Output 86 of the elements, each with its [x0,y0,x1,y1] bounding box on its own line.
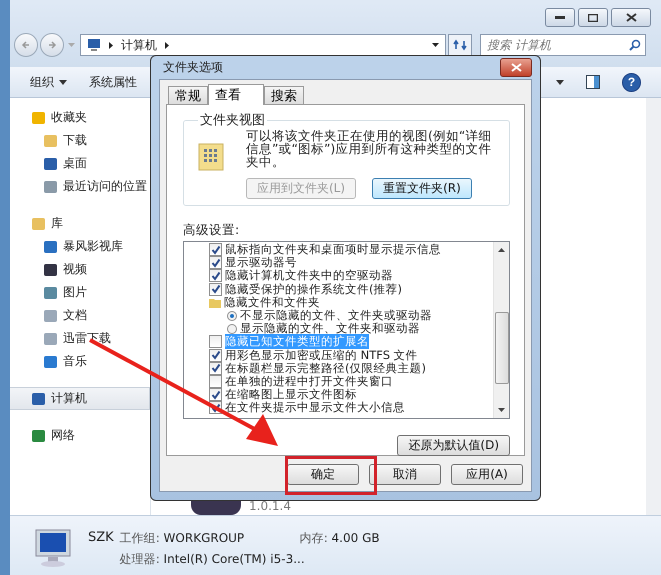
help-button[interactable]: ? [622,72,641,92]
chevron-icon[interactable] [109,42,113,48]
sidebar-item[interactable]: 音乐 [10,350,150,373]
tab[interactable]: 查看 [208,84,264,105]
detail-text: 工作组: WORKGROUP [120,530,246,547]
minimize-button[interactable] [545,8,575,27]
sidebar-item[interactable]: 计算机 [10,387,150,410]
restore-defaults-button[interactable]: 还原为默认值(D) [397,435,510,456]
caret-icon[interactable] [432,43,439,47]
forward-button[interactable] [40,33,64,57]
checkbox[interactable] [209,269,222,282]
setting-label[interactable]: 在文件夹提示中显示文件大小信息 [225,400,405,416]
maximize-button[interactable] [578,8,608,27]
sidebar-item[interactable]: 收藏夹 [10,106,150,129]
setting-label[interactable]: 隐藏计算机文件夹中的空驱动器 [225,268,393,284]
pane-icon[interactable] [586,75,600,89]
checkbox[interactable] [209,256,222,270]
checkbox[interactable] [209,335,222,348]
sidebar-item[interactable]: 视频 [10,258,150,281]
tab[interactable]: 常规 [168,86,208,104]
checkbox[interactable] [209,388,222,402]
sidebar-item[interactable]: 网络 [10,424,150,447]
sidebar-item[interactable]: 图片 [10,281,150,304]
sidebar-item[interactable]: 库 [10,212,150,235]
setting-label[interactable]: 在单独的进程中打开文件夹窗口 [225,374,393,389]
description-text: 可以将该文件夹正在使用的视图(例如“详细信息”或“图标”)应用到所有这种类型的文件夹中。 [246,129,492,168]
refresh-button[interactable] [448,34,472,56]
group-legend: 文件夹视图 [198,111,267,129]
sidebar-item[interactable]: 暴风影视库 [10,235,150,258]
back-button[interactable] [14,33,38,57]
scrollbar[interactable] [493,242,509,418]
detail-text: 处理器: Intel(R) Core(TM) i5-3... [120,551,306,568]
close-button[interactable] [500,58,532,77]
setting-label[interactable]: 用彩色显示加密或压缩的 NTFS 文件 [225,348,418,363]
scroll-thumb[interactable] [494,312,508,384]
sidebar-item[interactable]: 文档 [10,304,150,327]
checkbox[interactable] [209,362,222,375]
setting-label[interactable]: 隐藏文件和文件夹 [224,294,320,310]
search-icon [629,39,641,51]
minimize-icon [555,16,565,20]
setting-label[interactable]: 显示驱动器号 [225,255,297,270]
setting-label[interactable]: 在标题栏显示完整路径(仅限经典主题) [225,360,426,376]
address-text: 计算机 [121,36,157,54]
radio-button[interactable] [227,310,237,321]
forward-arrow-icon [47,40,57,50]
back-arrow-icon [21,40,31,50]
checkbox[interactable] [209,282,222,296]
computer-name: SZK [88,530,114,545]
toolbar-button[interactable]: 组织 [30,74,67,90]
checkbox[interactable] [209,243,222,256]
caret-icon [59,80,67,84]
maximize-icon [588,14,598,22]
sidebar-item[interactable]: 下载 [10,129,150,152]
dialog-button[interactable]: 应用(A) [451,464,523,485]
refresh-icon [453,39,467,51]
search-input[interactable]: 搜索 计算机 [485,37,629,53]
caret-icon[interactable] [556,80,564,84]
setting-label[interactable]: 不显示隐藏的文件、文件夹或驱动器 [240,308,432,324]
dialog-title: 文件夹选项 [163,59,223,76]
tab[interactable]: 搜索 [264,86,304,104]
close-button[interactable] [611,8,651,27]
checkbox[interactable] [209,348,222,362]
down-arrow-icon[interactable] [498,408,505,412]
up-arrow-icon[interactable] [498,248,505,252]
version-text: 1.0.1.4 [249,499,291,515]
chevron-icon[interactable] [165,42,169,48]
sidebar-item[interactable]: 最近访问的位置 [10,175,150,198]
scrollbar[interactable] [646,98,661,515]
radio-button[interactable] [227,324,237,334]
detail-text: 内存: 4.00 GB [300,530,381,547]
checkbox[interactable] [209,374,222,388]
setting-label[interactable]: 显示隐藏的文件、文件夹和驱动器 [240,321,420,336]
sidebar-item[interactable]: 桌面 [10,152,150,175]
dialog-button[interactable]: 确定 [287,464,359,485]
address-bar[interactable]: 计算机 [80,34,446,56]
folder-view-button[interactable]: 重置文件夹(R) [372,178,472,199]
setting-label[interactable]: 隐藏受保护的操作系统文件(推荐) [225,282,402,297]
setting-label[interactable]: 在缩略图上显示文件图标 [225,387,357,402]
close-icon [510,63,522,72]
advanced-label: 高级设置: [183,222,240,239]
close-icon [626,13,636,22]
setting-label[interactable]: 鼠标指向文件夹和桌面项时显示提示信息 [225,242,441,258]
toolbar-button[interactable]: 系统属性 [89,74,137,90]
folder-grid-icon [198,143,224,171]
search-field[interactable]: 搜索 计算机 [480,34,646,56]
dialog-button[interactable]: 取消 [369,464,441,485]
